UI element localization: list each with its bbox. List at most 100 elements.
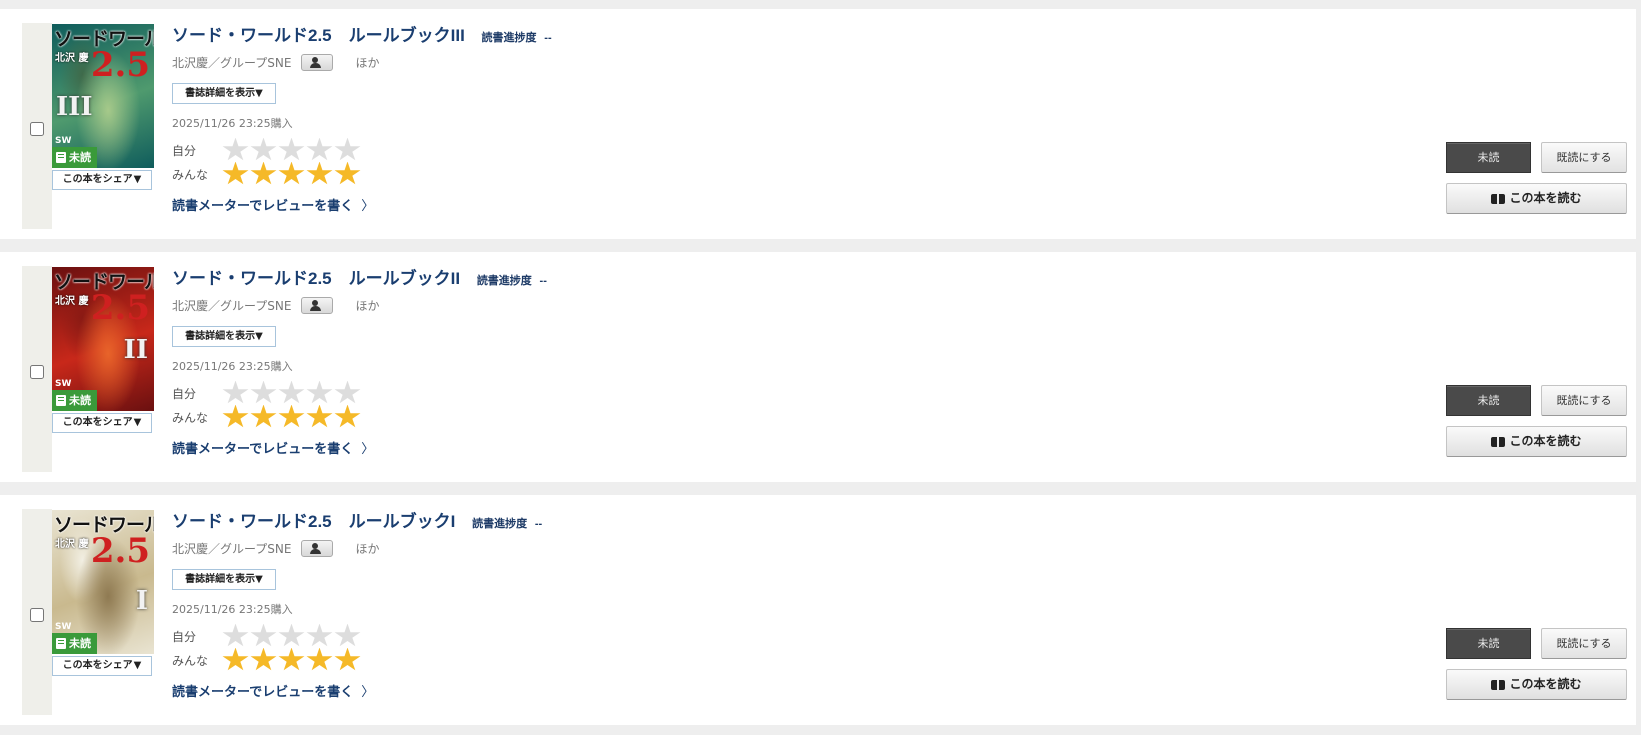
read-this-book-button[interactable]: この本を読む xyxy=(1446,669,1627,700)
mark-as-read-button[interactable]: 既読にする xyxy=(1541,628,1627,659)
author-name[interactable]: 北沢慶／グループSNE xyxy=(172,540,291,557)
star-icon xyxy=(334,404,361,428)
everyone-rating: みんな xyxy=(172,161,361,186)
share-button-label: この本をシェア xyxy=(62,174,133,185)
cover-volume: III xyxy=(56,92,93,122)
mark-as-read-button[interactable]: 既読にする xyxy=(1541,385,1627,416)
unread-status-button[interactable]: 未読 xyxy=(1446,142,1531,173)
open-book-icon xyxy=(1491,436,1506,447)
star-icon[interactable] xyxy=(334,623,361,647)
book-icon xyxy=(56,395,66,406)
star-icon xyxy=(222,404,249,428)
author-others: ほか xyxy=(355,299,380,313)
star-icon xyxy=(334,161,361,185)
share-button[interactable]: この本をシェア▼ xyxy=(52,413,152,433)
my-rating-label: 自分 xyxy=(172,386,197,401)
cover-logo: SW xyxy=(55,622,72,632)
star-icon xyxy=(306,647,333,671)
my-rating-stars[interactable] xyxy=(222,380,361,406)
book-card: ソードワールド 北沢 慶 2.5 III SW 未読 この本をシェア▼ ソード・… xyxy=(0,9,1636,239)
star-icon xyxy=(222,161,249,185)
book-select-checkbox[interactable] xyxy=(30,608,44,622)
everyone-rating-stars xyxy=(222,647,361,673)
author-name[interactable]: 北沢慶／グループSNE xyxy=(172,54,291,71)
star-icon xyxy=(334,647,361,671)
book-icon xyxy=(56,152,66,163)
show-details-button[interactable]: 書誌詳細を表示▼ xyxy=(172,326,276,347)
author-follow-icon[interactable] xyxy=(301,540,334,557)
star-icon[interactable] xyxy=(306,623,333,647)
book-cover[interactable]: ソードワールド 北沢 慶 2.5 II SW 未読 xyxy=(52,267,154,411)
book-title[interactable]: ソード・ワールド2.5 ルールブックIII xyxy=(172,26,465,45)
purchase-date: 2025/11/26 23:25購入 xyxy=(172,117,293,130)
cover-logo: SW xyxy=(55,136,72,146)
star-icon[interactable] xyxy=(278,380,305,404)
unread-badge-label: 未読 xyxy=(69,151,91,164)
write-review-label: 読書メーターでレビューを書く xyxy=(172,199,354,214)
book-title-row: ソード・ワールド2.5 ルールブックII 読書進捗度 -- xyxy=(172,264,547,289)
star-icon[interactable] xyxy=(278,623,305,647)
star-icon[interactable] xyxy=(250,623,277,647)
mark-as-read-button[interactable]: 既読にする xyxy=(1541,142,1627,173)
star-icon[interactable] xyxy=(306,137,333,161)
unread-status-button[interactable]: 未読 xyxy=(1446,628,1531,659)
reading-progress-label: 読書進捗度 xyxy=(481,32,537,44)
unread-badge-label: 未読 xyxy=(69,394,91,407)
cover-author: 北沢 慶 xyxy=(55,296,89,307)
star-icon[interactable] xyxy=(222,623,249,647)
star-icon[interactable] xyxy=(222,137,249,161)
author-line: 北沢慶／グループSNE ほか xyxy=(172,54,379,71)
book-card: ソードワールド 北沢 慶 2.5 II SW 未読 この本をシェア▼ ソード・ワ… xyxy=(0,252,1636,482)
show-details-button[interactable]: 書誌詳細を表示▼ xyxy=(172,569,276,590)
star-icon[interactable] xyxy=(222,380,249,404)
author-follow-icon[interactable] xyxy=(301,54,334,71)
write-review-link[interactable]: 読書メーターでレビューを書く〉 xyxy=(172,438,374,457)
everyone-rating-stars xyxy=(222,404,361,430)
book-cover[interactable]: ソードワールド 北沢 慶 2.5 I SW 未読 xyxy=(52,510,154,654)
book-title-row: ソード・ワールド2.5 ルールブックI 読書進捗度 -- xyxy=(172,507,542,532)
book-cover[interactable]: ソードワールド 北沢 慶 2.5 III SW 未読 xyxy=(52,24,154,168)
everyone-rating: みんな xyxy=(172,404,361,430)
star-icon xyxy=(278,647,305,671)
chevron-right-icon: 〉 xyxy=(361,199,375,214)
author-name[interactable]: 北沢慶／グループSNE xyxy=(172,297,291,314)
reading-progress-value: -- xyxy=(534,518,543,530)
read-this-book-button[interactable]: この本を読む xyxy=(1446,426,1627,457)
chevron-right-icon: 〉 xyxy=(361,442,375,457)
my-rating-stars[interactable] xyxy=(222,623,361,649)
cover-volume: II xyxy=(123,335,148,365)
cover-logo: SW xyxy=(55,379,72,389)
caret-down-icon: ▼ xyxy=(133,660,142,671)
write-review-link[interactable]: 読書メーターでレビューを書く〉 xyxy=(172,195,374,214)
star-icon[interactable] xyxy=(334,380,361,404)
my-rating-stars[interactable] xyxy=(222,137,361,163)
book-select-checkbox[interactable] xyxy=(30,122,44,136)
write-review-label: 読書メーターでレビューを書く xyxy=(172,685,354,700)
unread-status-button[interactable]: 未読 xyxy=(1446,385,1531,416)
read-this-book-button[interactable]: この本を読む xyxy=(1446,183,1627,214)
star-icon xyxy=(306,404,333,428)
star-icon[interactable] xyxy=(250,137,277,161)
show-details-button[interactable]: 書誌詳細を表示▼ xyxy=(172,83,276,104)
share-button[interactable]: この本をシェア▼ xyxy=(52,656,152,676)
star-icon[interactable] xyxy=(250,380,277,404)
write-review-link[interactable]: 読書メーターでレビューを書く〉 xyxy=(172,681,374,700)
open-book-icon xyxy=(1491,679,1506,690)
star-icon[interactable] xyxy=(278,137,305,161)
chevron-right-icon: 〉 xyxy=(361,685,375,700)
my-rating: 自分 xyxy=(172,137,361,163)
purchase-date: 2025/11/26 23:25購入 xyxy=(172,360,293,373)
author-follow-icon[interactable] xyxy=(301,297,334,314)
book-select-checkbox[interactable] xyxy=(30,365,44,379)
cover-author: 北沢 慶 xyxy=(55,53,89,64)
book-title[interactable]: ソード・ワールド2.5 ルールブックII xyxy=(172,269,460,288)
my-rating: 自分 xyxy=(172,623,361,649)
everyone-rating: みんな xyxy=(172,647,361,673)
star-icon[interactable] xyxy=(334,137,361,161)
share-button[interactable]: この本をシェア▼ xyxy=(52,170,152,190)
book-title[interactable]: ソード・ワールド2.5 ルールブックI xyxy=(172,512,455,531)
read-this-book-label: この本を読む xyxy=(1509,677,1582,691)
reading-progress-value: -- xyxy=(544,32,552,44)
cover-edition-number: 2.5 xyxy=(90,288,150,328)
star-icon[interactable] xyxy=(306,380,333,404)
